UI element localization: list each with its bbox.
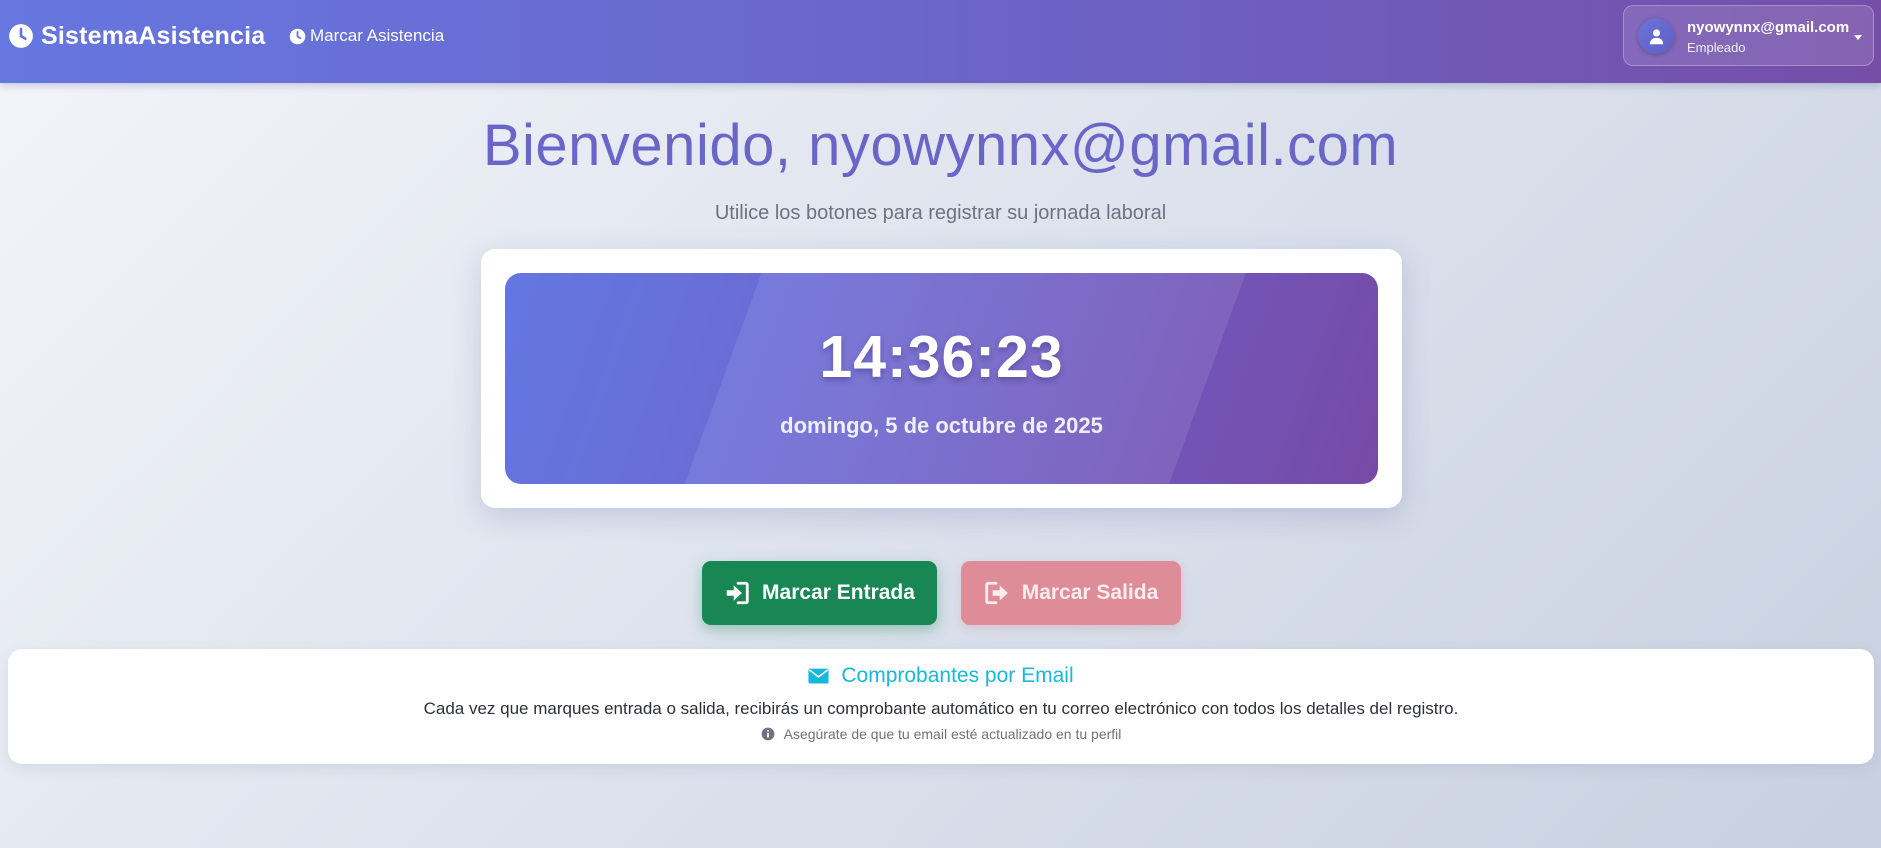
email-info-text: Cada vez que marques entrada o salida, r… [423,699,1459,718]
info-icon [761,727,775,741]
user-role: Empleado [1687,40,1746,55]
clock-panel: 14:36:23 domingo, 5 de octubre de 2025 [505,273,1378,484]
marcar-salida-label: Marcar Salida [1021,581,1159,604]
email-info-note-text: Asegúrate de que tu email esté actualiza… [783,726,1122,742]
email-info-title-text: Comprobantes por Email [841,664,1074,687]
clock-time: 14:36:23 [819,324,1064,390]
sign-out-icon [985,581,1008,605]
nav-link-marcar-asistencia[interactable]: Marcar Asistencia [289,25,444,47]
marcar-entrada-button[interactable]: Marcar Entrada [702,561,937,625]
navbar: SistemaAsistencia Marcar Asistencia nyow… [0,0,1881,83]
email-info-card: Comprobantes por Email Cada vez que marq… [8,649,1874,764]
marcar-salida-button[interactable]: Marcar Salida [961,561,1181,625]
clock-icon [289,28,306,44]
email-info-note: Asegúrate de que tu email esté actualiza… [8,726,1874,742]
marcar-entrada-label: Marcar Entrada [762,581,915,604]
clock-card: 14:36:23 domingo, 5 de octubre de 2025 [481,249,1402,508]
sign-in-icon [726,581,749,605]
email-info-title: Comprobantes por Email [8,664,1874,688]
page-subtitle: Utilice los botones para registrar su jo… [714,202,1167,224]
envelope-icon [808,668,829,684]
user-email: nyowynnx@gmail.com [1687,19,1850,36]
user-menu-dropdown[interactable]: nyowynnx@gmail.com Empleado [1623,5,1874,66]
clock-date: domingo, 5 de octubre de 2025 [780,413,1103,438]
avatar [1638,18,1674,54]
page-title: Bienvenido, nyowynnx@gmail.com [482,113,1399,178]
brand[interactable]: SistemaAsistencia [8,21,265,51]
chevron-down-icon [1854,35,1862,40]
clock-icon [9,24,33,48]
brand-name: SistemaAsistencia [41,21,266,50]
user-icon [1649,28,1663,44]
nav-link-label: Marcar Asistencia [310,26,445,45]
